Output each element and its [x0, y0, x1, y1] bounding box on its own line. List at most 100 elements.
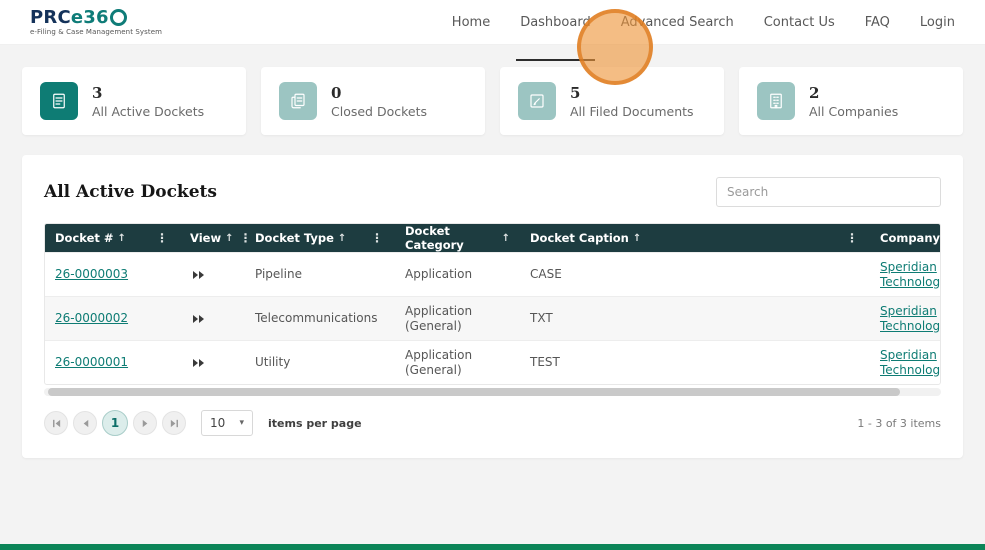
nav-item-faq[interactable]: FAQ: [865, 11, 890, 34]
nav-item-dashboard-label: Dashboard: [520, 14, 591, 30]
stat-text: 0 Closed Dockets: [331, 84, 427, 119]
cell-docket-category: Application (General): [405, 304, 473, 333]
panel-header: All Active Dockets: [44, 177, 941, 207]
horizontal-scrollbar-thumb[interactable]: [48, 388, 901, 396]
current-page-indicator[interactable]: 1: [102, 410, 128, 436]
stat-value-closed-dockets: 0: [331, 83, 342, 102]
nav-item-login[interactable]: Login: [920, 11, 955, 34]
company-link[interactable]: Speridian Technologies: [880, 260, 940, 289]
cell-docket-caption: CASE: [530, 267, 562, 282]
table-row: 26-0000002 Telecommunications Applicatio…: [45, 296, 940, 340]
items-per-page-label: items per page: [268, 416, 362, 430]
logo-text: PRC e36: [30, 6, 162, 28]
company-link[interactable]: Speridian Technologies: [880, 348, 940, 377]
docket-number-link[interactable]: 26-0000003: [55, 267, 128, 281]
column-header-docket-caption[interactable]: Docket Caption ↑ ⋮: [520, 224, 870, 252]
column-label: View: [190, 231, 222, 245]
column-label: Company: [880, 231, 940, 245]
column-header-docket-category[interactable]: Docket Category ↑: [395, 224, 520, 252]
nav-item-contact-us[interactable]: Contact Us: [764, 11, 835, 34]
column-header-docket-type[interactable]: Docket Type ↑ ⋮: [245, 224, 395, 252]
column-header-docket-number[interactable]: Docket # ↑ ⋮: [45, 224, 180, 252]
sort-asc-icon[interactable]: ↑: [118, 233, 126, 244]
chevron-down-icon: ▾: [239, 418, 244, 428]
column-header-view[interactable]: View ↑ ⋮: [180, 224, 251, 252]
cell-docket-type: Telecommunications: [255, 311, 378, 326]
sort-asc-icon[interactable]: ↑: [338, 233, 346, 244]
stat-text: 5 All Filed Documents: [570, 84, 694, 119]
stat-text: 3 All Active Dockets: [92, 84, 204, 119]
cell-docket-category: Application: [405, 267, 473, 282]
pagination-bar: 1 10 ▾ items per page 1 - 3 of 3 items: [44, 410, 941, 436]
view-docket-icon[interactable]: [190, 312, 208, 326]
column-header-company[interactable]: Company: [870, 224, 940, 252]
cell-docket-number: 26-0000001: [45, 341, 180, 384]
main-nav: Home Dashboard Advanced Search Contact U…: [452, 11, 955, 61]
app-logo[interactable]: PRC e36 e-Filing & Case Management Syste…: [30, 6, 163, 36]
nav-item-home[interactable]: Home: [452, 11, 490, 34]
sort-asc-icon[interactable]: ↑: [633, 233, 641, 244]
sort-asc-icon[interactable]: ↑: [225, 233, 233, 244]
cell-view: [180, 253, 245, 296]
company-link[interactable]: Speridian Technologies: [880, 304, 940, 333]
column-label: Docket #: [55, 231, 114, 245]
logo-tagline: e-Filing & Case Management System: [30, 27, 163, 36]
logo-magnifier-ring-icon: [109, 9, 127, 26]
cell-docket-type: Pipeline: [255, 267, 302, 282]
column-label: Docket Type: [255, 231, 334, 245]
active-dockets-panel: All Active Dockets Docket # ↑ ⋮ View ↑ ⋮…: [22, 155, 963, 458]
table-row: 26-0000001 Utility Application (General)…: [45, 340, 940, 384]
cell-docket-number: 26-0000003: [45, 253, 180, 296]
cell-docket-number: 26-0000002: [45, 297, 180, 340]
stat-value-active-dockets: 3: [92, 83, 103, 102]
cell-docket-caption: TXT: [530, 311, 553, 326]
dockets-table-inner: Docket # ↑ ⋮ View ↑ ⋮ Docket Type ↑ ⋮ Do…: [45, 224, 940, 384]
column-label: Docket Category: [405, 224, 464, 252]
view-docket-icon[interactable]: [190, 268, 208, 282]
footer-accent-bar: [0, 544, 985, 550]
page-title: All Active Dockets: [44, 182, 217, 202]
previous-page-button[interactable]: [73, 411, 97, 435]
stat-card-companies[interactable]: 2 All Companies: [739, 67, 963, 135]
nav-item-dashboard[interactable]: Dashboard: [516, 11, 595, 61]
nav-item-advanced-search[interactable]: Advanced Search: [621, 11, 734, 34]
logo-brand-suffix: e36: [70, 6, 109, 28]
stat-value-companies: 2: [809, 83, 820, 102]
logo-brand-prefix: PRC: [30, 6, 71, 28]
stat-label-closed-dockets: Closed Dockets: [331, 103, 428, 119]
column-menu-icon[interactable]: ⋮: [844, 231, 860, 245]
active-dockets-icon: [40, 82, 78, 120]
stat-card-filed-documents[interactable]: 5 All Filed Documents: [500, 67, 724, 135]
cell-company: Speridian Technologies: [870, 341, 940, 384]
cell-company: Speridian Technologies: [870, 253, 940, 296]
stat-label-active-dockets: All Active Dockets: [92, 103, 205, 119]
view-docket-icon[interactable]: [190, 356, 208, 370]
cell-docket-type: Utility: [255, 355, 291, 370]
horizontal-scrollbar-track[interactable]: [44, 388, 941, 396]
first-page-button[interactable]: [44, 411, 68, 435]
docket-number-link[interactable]: 26-0000001: [55, 355, 128, 369]
stats-row: 3 All Active Dockets 0 Closed Dockets 5 …: [22, 67, 963, 135]
stat-card-closed-dockets[interactable]: 0 Closed Dockets: [261, 67, 485, 135]
table-row: 26-0000003 Pipeline Application CASE Spe…: [45, 252, 940, 296]
search-input[interactable]: [716, 177, 941, 207]
items-range-label: 1 - 3 of 3 items: [857, 416, 941, 430]
last-page-button[interactable]: [162, 411, 186, 435]
filed-documents-icon: [518, 82, 556, 120]
closed-dockets-icon: [279, 82, 317, 120]
stat-label-companies: All Companies: [809, 103, 899, 119]
stat-card-active-dockets[interactable]: 3 All Active Dockets: [22, 67, 246, 135]
cell-view: [180, 297, 245, 340]
page-size-select[interactable]: 10 ▾: [201, 410, 253, 436]
next-page-button[interactable]: [133, 411, 157, 435]
table-header-row: Docket # ↑ ⋮ View ↑ ⋮ Docket Type ↑ ⋮ Do…: [45, 224, 940, 252]
active-tab-underline: [516, 58, 595, 61]
column-menu-icon[interactable]: ⋮: [369, 231, 385, 245]
docket-number-link[interactable]: 26-0000002: [55, 311, 128, 325]
stat-label-filed-documents: All Filed Documents: [570, 103, 694, 119]
stat-text: 2 All Companies: [809, 84, 898, 119]
dockets-table: Docket # ↑ ⋮ View ↑ ⋮ Docket Type ↑ ⋮ Do…: [44, 223, 941, 385]
sort-asc-icon[interactable]: ↑: [502, 233, 510, 244]
cell-company: Speridian Technologies: [870, 297, 940, 340]
column-menu-icon[interactable]: ⋮: [154, 231, 170, 245]
